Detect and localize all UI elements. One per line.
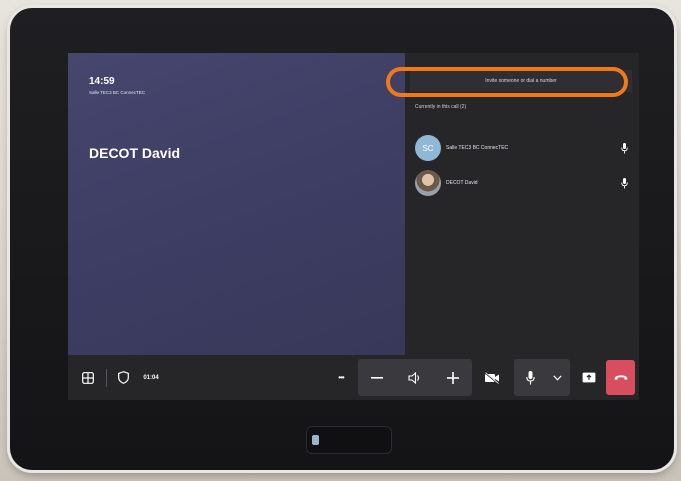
end-call-button[interactable] <box>606 360 635 395</box>
avatar-photo <box>415 170 441 196</box>
avatar: SC <box>415 135 441 161</box>
participant-item[interactable]: SC Salle TEC3 BC ConnecTEC <box>415 134 629 162</box>
participant-item[interactable]: DECOT David <box>415 169 629 197</box>
call-duration: 01:04 <box>143 374 159 381</box>
mic-icon[interactable] <box>619 177 629 189</box>
participant-name: Salle TEC3 BC ConnecTEC <box>446 145 509 151</box>
call-toolbar: 01:04 ••• <box>68 355 639 400</box>
teams-room-screen: 14:59 Salle TEC3 BC ConnecTEC DECOT Davi… <box>68 53 639 400</box>
home-indicator-icon <box>312 435 319 445</box>
home-button[interactable] <box>306 426 392 454</box>
more-options-button[interactable]: ••• <box>330 355 352 400</box>
toolbar-divider <box>106 369 107 387</box>
room-name: Salle TEC3 BC ConnecTEC <box>89 90 145 95</box>
mic-icon[interactable] <box>516 355 544 400</box>
participants-panel: Invite someone or dial a number Currentl… <box>405 53 639 355</box>
volume-down-icon[interactable] <box>360 355 394 400</box>
annotation-highlight-ring <box>386 67 628 97</box>
speaker-icon[interactable] <box>398 355 432 400</box>
participants-header: Currently in this call (2) <box>415 104 467 110</box>
end-call-icon <box>614 375 627 380</box>
mic-icon[interactable] <box>619 142 629 154</box>
volume-up-icon[interactable] <box>436 355 470 400</box>
layout-grid-icon[interactable] <box>76 355 100 400</box>
main-call-panel: 14:59 Salle TEC3 BC ConnecTEC DECOT Davi… <box>68 53 405 355</box>
share-screen-icon[interactable] <box>576 355 602 400</box>
video-off-icon[interactable] <box>476 355 508 400</box>
chevron-down-icon[interactable] <box>546 355 568 400</box>
caller-name: DECOT David <box>89 145 181 161</box>
tablet-device: 14:59 Salle TEC3 BC ConnecTEC DECOT Davi… <box>10 8 674 470</box>
participant-name: DECOT David <box>446 180 478 186</box>
clock: 14:59 <box>89 76 115 87</box>
shield-icon[interactable] <box>112 355 134 400</box>
